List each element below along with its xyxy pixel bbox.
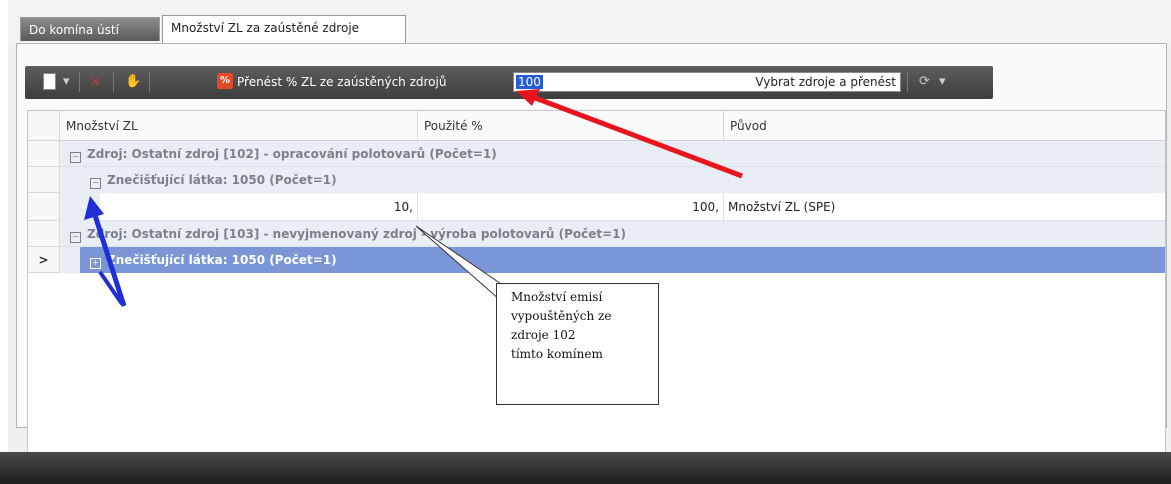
blue-arrow (91, 211, 127, 307)
callout-line: zdroje 102 (511, 328, 576, 342)
callout-line: vypouštěných ze (511, 309, 612, 323)
blue-arrowhead (84, 196, 104, 220)
callout-note: Množství emisí vypouštěných ze zdroje 10… (496, 283, 659, 405)
annotation-overlay (84, 89, 743, 307)
callout-line: tímto komínem (511, 347, 603, 361)
callout-line: Množství emisí (511, 290, 603, 304)
red-arrow (529, 93, 743, 179)
